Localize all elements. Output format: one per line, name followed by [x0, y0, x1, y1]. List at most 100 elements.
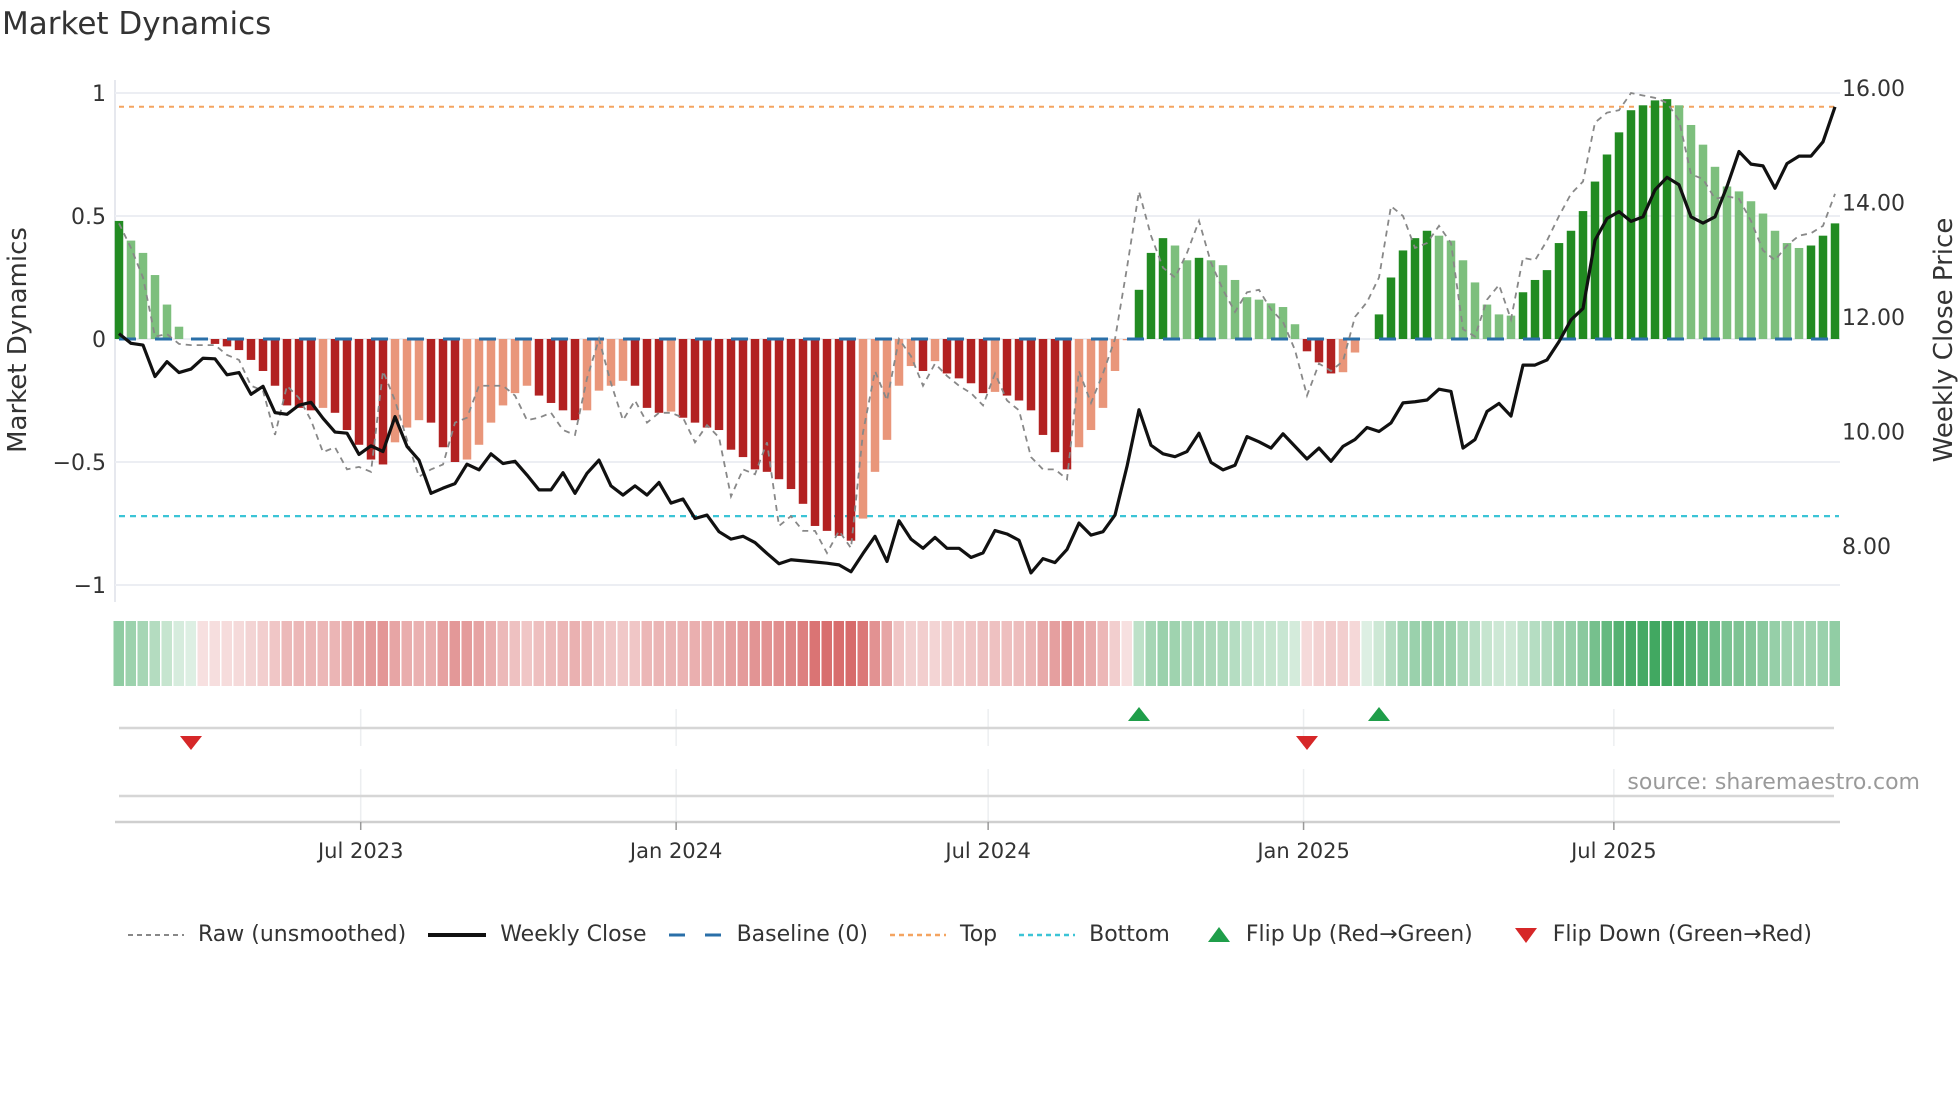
regime-cell [989, 621, 1000, 686]
bar-negative [414, 339, 424, 421]
bar-positive [1290, 324, 1300, 339]
bar-positive [1146, 252, 1156, 339]
regime-cell [329, 621, 340, 686]
regime-cell [1793, 621, 1804, 686]
legend-label: Weekly Close [500, 922, 647, 947]
regime-cell [1193, 621, 1204, 686]
dotted-line-icon [890, 933, 946, 936]
legend-item-flip-up[interactable]: Flip Up (Red→Green) [1206, 922, 1473, 947]
regime-cell [1313, 621, 1324, 686]
legend-item-baseline[interactable]: Baseline (0) [668, 922, 868, 947]
regime-cell [209, 621, 220, 686]
bar-negative [834, 339, 844, 536]
bar-negative [726, 339, 736, 450]
regime-cell [725, 621, 736, 686]
bar-positive [1386, 277, 1396, 339]
bar-positive [1818, 235, 1828, 339]
regime-cell [461, 621, 472, 686]
bar-positive [174, 326, 184, 339]
x-tick-label: Jan 2024 [628, 839, 723, 863]
regime-cell [1169, 621, 1180, 686]
regime-cell [1505, 621, 1516, 686]
bar-negative [978, 339, 988, 394]
regime-cell [137, 621, 148, 686]
bar-negative [750, 339, 760, 470]
regime-cell [509, 621, 520, 686]
regime-cell [1361, 621, 1372, 686]
legend-item-flip-down[interactable]: Flip Down (Green→Red) [1513, 922, 1812, 947]
bar-negative [942, 339, 952, 374]
regime-cell [965, 621, 976, 686]
flip-down-marker-icon [180, 736, 202, 750]
bar-positive [1626, 110, 1636, 339]
regime-cell [521, 621, 532, 686]
regime-cell [1421, 621, 1432, 686]
legend-label: Flip Down (Green→Red) [1552, 922, 1812, 947]
regime-cell [233, 621, 244, 686]
regime-cell [605, 621, 616, 686]
regime-cell [413, 621, 424, 686]
regime-cell [1757, 621, 1768, 686]
regime-cell [1445, 621, 1456, 686]
bar-positive [1722, 186, 1732, 339]
flip-markers-panel [119, 707, 1834, 822]
regime-cell [185, 621, 196, 686]
bar-negative [474, 339, 484, 445]
bar-positive [162, 304, 172, 339]
bar-negative [966, 339, 976, 384]
regime-cell [1577, 621, 1588, 686]
bar-negative [714, 339, 724, 431]
regime-cell [425, 621, 436, 686]
bar-negative [882, 339, 892, 440]
regime-cell [1277, 621, 1288, 686]
regime-cell [1709, 621, 1720, 686]
regime-cell [1253, 621, 1264, 686]
legend-item-close[interactable]: Weekly Close [428, 922, 647, 947]
bar-negative [1110, 339, 1120, 371]
regime-cell [1601, 621, 1612, 686]
bar-negative [234, 339, 244, 351]
legend-item-raw[interactable]: Raw (unsmoothed) [128, 922, 406, 947]
regime-cell [1037, 621, 1048, 686]
regime-cell [1109, 621, 1120, 686]
bar-negative [402, 339, 412, 428]
regime-cell [1541, 621, 1552, 686]
bar-negative [258, 339, 268, 371]
bar-negative [330, 339, 340, 413]
legend-item-bottom[interactable]: Bottom [1019, 922, 1170, 947]
regime-cell [845, 621, 856, 686]
regime-cell [797, 621, 808, 686]
regime-cell [1217, 621, 1228, 686]
regime-cell [221, 621, 232, 686]
regime-cell [569, 621, 580, 686]
bar-positive [1794, 247, 1804, 339]
regime-cell [1649, 621, 1660, 686]
bar-negative [426, 339, 436, 423]
regime-cell [341, 621, 352, 686]
bar-positive [1686, 124, 1696, 339]
bar-negative [270, 339, 280, 386]
bar-negative [438, 339, 448, 448]
bar-negative [546, 339, 556, 403]
regime-cell [305, 621, 316, 686]
regime-cell [1121, 621, 1132, 686]
bar-positive [1422, 230, 1432, 339]
regime-cell [617, 621, 628, 686]
regime-cell [737, 621, 748, 686]
bar-negative [1074, 339, 1084, 448]
y-tick-label: −1 [74, 574, 106, 599]
bar-positive [1170, 245, 1180, 339]
legend-item-top[interactable]: Top [890, 922, 997, 947]
bar-negative [990, 339, 1000, 392]
regime-cell [1745, 621, 1756, 686]
regime-cell [173, 621, 184, 686]
regime-cell [1145, 621, 1156, 686]
bar-positive [1662, 99, 1672, 340]
x-tick-label: Jan 2025 [1255, 839, 1350, 863]
regime-cell [545, 621, 556, 686]
regime-cell [497, 621, 508, 686]
regime-cell [1229, 621, 1240, 686]
bar-negative [246, 339, 256, 360]
regime-cell [1097, 621, 1108, 686]
bar-negative [606, 339, 616, 386]
